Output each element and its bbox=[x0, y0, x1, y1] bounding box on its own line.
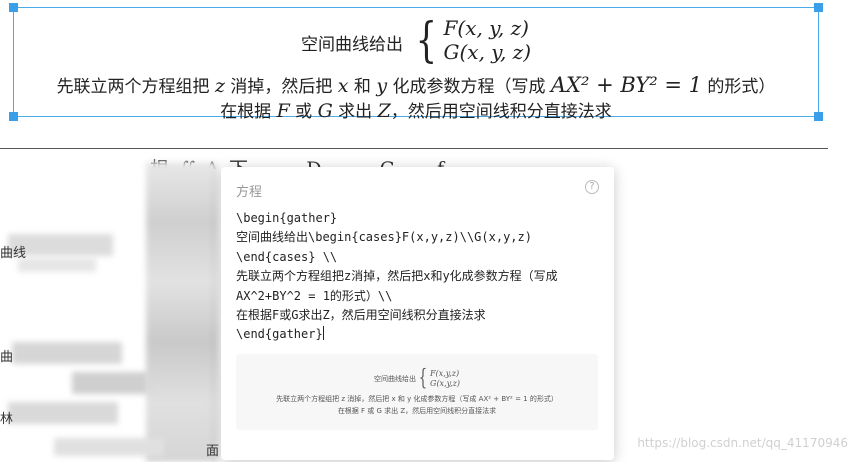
formula-equation: AX² + BY² = 1 bbox=[550, 73, 703, 97]
edge-text: 面 bbox=[206, 444, 220, 459]
edge-text: 曲 bbox=[0, 350, 14, 365]
formula-text: ，然后用空间线积分直接法求 bbox=[390, 102, 612, 122]
selected-formula-block[interactable]: 空间曲线给出 { F(x, y, z) G(x, y, z) 先联立两个方程组把… bbox=[9, 3, 823, 122]
resize-handle-top-right[interactable] bbox=[814, 3, 823, 12]
watermark-url: https://blog.csdn.net/qq_41170946 bbox=[637, 436, 848, 450]
popup-title: 方程 bbox=[236, 185, 263, 200]
blurred-region bbox=[72, 372, 148, 394]
formula-var-z: z bbox=[214, 75, 225, 97]
preview-brace: { bbox=[418, 366, 428, 391]
edge-text: 林 bbox=[0, 412, 14, 427]
formula-text: 求出 bbox=[332, 102, 378, 122]
latex-code-text: \begin{gather} 空间曲线给出\begin{cases}F(x,y,… bbox=[236, 211, 558, 342]
latex-code-editor[interactable]: \begin{gather} 空间曲线给出\begin{cases}F(x,y,… bbox=[236, 209, 598, 345]
blurred-region bbox=[146, 162, 218, 462]
formula-text: 和 bbox=[348, 77, 377, 97]
blurred-region bbox=[54, 438, 164, 456]
formula-text: 或 bbox=[289, 102, 318, 122]
formula-line1-prefix: 空间曲线给出 bbox=[300, 34, 403, 55]
blurred-region bbox=[18, 258, 96, 272]
formula-line-3: 在根据 F 或 G 求出 Z，然后用空间线积分直接法求 bbox=[14, 97, 818, 122]
formula-case-1: F(x, y, z) bbox=[443, 16, 529, 40]
formula-cases: F(x, y, z) G(x, y, z) bbox=[444, 16, 531, 64]
preview-case-2: G(x,y,z) bbox=[430, 379, 460, 388]
formula-text: 化成参数方程（写成 bbox=[387, 77, 551, 97]
document-divider bbox=[0, 148, 828, 149]
formula-text: 的形式） bbox=[702, 77, 776, 97]
formula-line-2: 先联立两个方程组把 z 消掉，然后把 x 和 y 化成参数方程（写成 AX² +… bbox=[14, 72, 818, 97]
preview-line-3: 在根据 F 或 G 求出 Z，然后用空间线积分直接法求 bbox=[337, 407, 497, 415]
formula-text: 先联立两个方程组把 bbox=[56, 77, 215, 97]
help-icon[interactable]: ? bbox=[585, 180, 599, 194]
resize-handle-top-left[interactable] bbox=[9, 3, 18, 12]
preview-line1-prefix: 空间曲线给出 bbox=[374, 375, 417, 383]
preview-line-1: 空间曲线给出 { F(x,y,z) G(x,y,z) bbox=[236, 368, 598, 390]
equation-editor-popup: 方程 ? \begin{gather} 空间曲线给出\begin{cases}F… bbox=[221, 167, 614, 460]
formula-var-G: G bbox=[317, 100, 333, 122]
preview-cases: F(x,y,z) G(x,y,z) bbox=[430, 369, 460, 389]
preview-line-2: 先联立两个方程组把 z 消掉，然后把 x 和 y 化成参数方程（写成 AX² +… bbox=[276, 395, 558, 403]
formula-var-y: y bbox=[376, 75, 388, 97]
formula-line-1: 空间曲线给出 { F(x, y, z) G(x, y, z) bbox=[14, 13, 818, 67]
blurred-region bbox=[8, 402, 118, 424]
formula-var-F: F bbox=[276, 100, 290, 122]
preview-case-1: F(x,y,z) bbox=[430, 369, 460, 378]
formula-text: 消掉，然后把 bbox=[224, 77, 338, 97]
blurred-region bbox=[12, 342, 122, 364]
formula-case-2: G(x, y, z) bbox=[443, 40, 532, 64]
formula-var-x: x bbox=[337, 75, 349, 97]
text-cursor bbox=[322, 326, 324, 341]
formula-text: 在根据 bbox=[220, 102, 277, 122]
formula-preview: 空间曲线给出 { F(x,y,z) G(x,y,z) 先联立两个方程组把 z 消… bbox=[236, 354, 598, 430]
formula-var-Z: Z bbox=[377, 100, 391, 122]
formula-brace: { bbox=[415, 12, 437, 68]
edge-text: 曲线 bbox=[0, 246, 27, 261]
